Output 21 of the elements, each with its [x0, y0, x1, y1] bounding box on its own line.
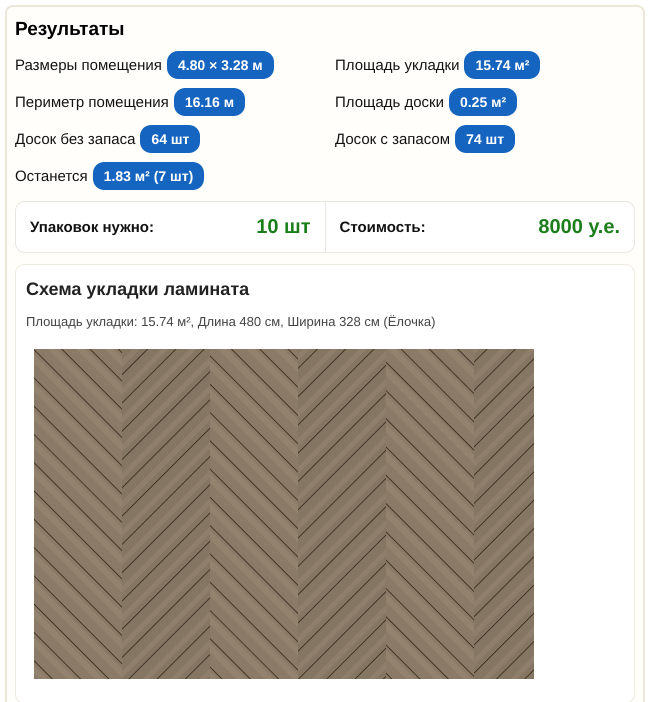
result-value-badge: 16.16 м: [174, 88, 246, 116]
result-label: Досок с запасом: [335, 130, 450, 148]
result-value-badge: 74 шт: [455, 125, 516, 153]
result-value-badge: 15.74 м²: [464, 51, 540, 79]
result-value-badge: 64 шт: [140, 125, 200, 153]
scheme-title: Схема укладки ламината: [26, 279, 250, 300]
summary-value: 10 шт: [256, 216, 310, 238]
summary-value: 8000 у.е.: [538, 216, 620, 238]
result-label: Площадь доски: [335, 94, 444, 110]
result-value-badge: 0.25 м²: [449, 88, 518, 116]
summary-label: Стоимость:: [340, 218, 426, 236]
summary-label: Упаковок нужно:: [30, 218, 154, 236]
result-label: Размеры помещения: [15, 56, 162, 74]
result-label: Площадь укладки: [335, 56, 460, 74]
result-label: Периметр помещения: [15, 94, 169, 110]
result-value-badge: 1.83 м² (7 шт): [92, 162, 204, 190]
scheme-description: Площадь укладки: 15.74 м², Длина 480 см, Ширина 328 см (Ёлочка): [26, 314, 436, 329]
result-label: Останется: [15, 168, 88, 184]
results-title: Результаты: [15, 19, 126, 41]
result-label: Досок без запаса: [15, 130, 136, 148]
result-value-badge: 4.80 × 3.28 м: [166, 51, 274, 79]
